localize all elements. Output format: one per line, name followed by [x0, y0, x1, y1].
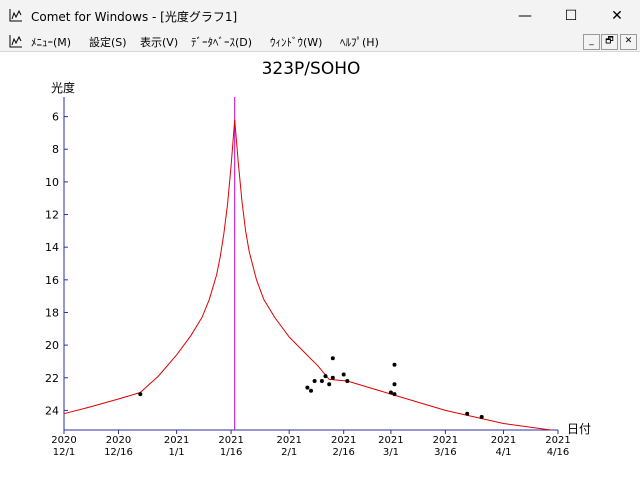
- y-tick-label: 6: [52, 111, 59, 124]
- x-axis-label: 日付: [567, 422, 591, 436]
- y-tick-label: 12: [45, 209, 59, 222]
- observation-point: [341, 372, 346, 377]
- minimize-icon: —: [518, 7, 532, 24]
- x-tick-label-date: 2/1: [281, 447, 297, 458]
- y-tick-label: 10: [45, 176, 59, 189]
- x-tick-label-date: 2/16: [332, 447, 354, 458]
- close-button[interactable]: ✕: [594, 0, 640, 31]
- observation-point: [330, 375, 335, 380]
- x-tick-label-year: 2021: [218, 435, 243, 446]
- x-tick-label-date: 1/1: [169, 447, 185, 458]
- observation-point: [319, 379, 324, 383]
- light-curve-chart: 323P/SOHO 光度 日付 681012141618202224202012…: [45, 59, 591, 458]
- mdi-minimize-button[interactable]: _: [583, 34, 600, 50]
- x-tick-label-date: 1/16: [220, 447, 242, 458]
- observation-point: [392, 382, 397, 387]
- observation-point: [465, 411, 470, 416]
- observation-point: [138, 392, 143, 397]
- menu-view[interactable]: 表示(V): [140, 34, 178, 50]
- minimize-button[interactable]: —: [502, 0, 548, 31]
- x-tick-label-year: 2021: [378, 435, 403, 446]
- mdi-close-button[interactable]: ✕: [620, 34, 637, 50]
- x-tick-label-year: 2021: [433, 435, 458, 446]
- mdi-restore-icon: 🗗: [605, 36, 614, 46]
- mdi-close-icon: ✕: [624, 36, 633, 46]
- observation-point: [305, 385, 310, 390]
- y-tick-label: 20: [45, 339, 59, 352]
- app-icon: [9, 9, 22, 22]
- x-tick-label-year: 2021: [164, 435, 189, 446]
- x-tick-label-date: 12/1: [53, 447, 75, 458]
- menu-help[interactable]: ﾍﾙﾌﾟ(H): [340, 34, 379, 50]
- x-tick-label-date: 12/16: [104, 447, 133, 458]
- observation-point: [345, 379, 350, 383]
- y-tick-label: 8: [52, 143, 59, 156]
- observation-point: [392, 392, 397, 397]
- close-icon: ✕: [611, 7, 623, 24]
- menu-database[interactable]: ﾃﾞｰﾀﾍﾞｰｽ(D): [191, 34, 252, 50]
- observation-point: [309, 388, 313, 393]
- x-tick-label-date: 4/1: [495, 447, 511, 458]
- observation-point: [323, 374, 328, 379]
- x-tick-label-date: 3/1: [383, 447, 399, 458]
- y-tick-label: 14: [45, 241, 59, 254]
- y-axis-label: 光度: [51, 80, 75, 95]
- menu-window[interactable]: ｳｨﾝﾄﾞｳ(W): [270, 34, 322, 50]
- x-tick-label-year: 2021: [331, 435, 356, 446]
- window-title: Comet for Windows - [光度グラフ1]: [31, 10, 238, 24]
- x-tick-label-year: 2021: [491, 435, 516, 446]
- title-bar: Comet for Windows - [光度グラフ1] — ☐ ✕: [0, 0, 640, 31]
- menu-settings[interactable]: 設定(S): [89, 34, 127, 50]
- x-tick-label-date: 3/16: [434, 447, 456, 458]
- y-tick-label: 24: [45, 404, 59, 417]
- x-tick-label-date: 4/16: [547, 447, 569, 458]
- maximize-button[interactable]: ☐: [548, 0, 594, 31]
- x-tick-label-year: 2020: [106, 435, 131, 446]
- document-icon[interactable]: [9, 34, 23, 48]
- y-tick-label: 22: [45, 372, 59, 385]
- maximize-icon: ☐: [564, 7, 578, 24]
- x-tick-label-year: 2021: [545, 435, 570, 446]
- observation-point: [327, 382, 332, 387]
- y-tick-label: 18: [45, 306, 59, 319]
- observation-point: [330, 356, 335, 361]
- graph-window: 323P/SOHO 光度 日付 6 8 10 12 14 16 18 20 22 24 2020 12…: [1, 52, 639, 478]
- observation-point: [388, 390, 393, 395]
- mdi-minimize-icon: _: [589, 36, 594, 46]
- mdi-restore-button[interactable]: 🗗: [601, 34, 618, 50]
- observation-point: [392, 362, 397, 367]
- y-tick-label: 16: [45, 274, 59, 287]
- predicted-curve: [63, 119, 551, 431]
- observation-point: [479, 414, 484, 419]
- x-tick-label-year: 2021: [276, 435, 301, 446]
- x-tick-label-year: 2020: [51, 435, 76, 446]
- observation-point: [312, 379, 317, 383]
- chart-title: 323P/SOHO: [262, 59, 361, 79]
- menu-main[interactable]: ﾒﾆｭｰ(M): [31, 34, 71, 50]
